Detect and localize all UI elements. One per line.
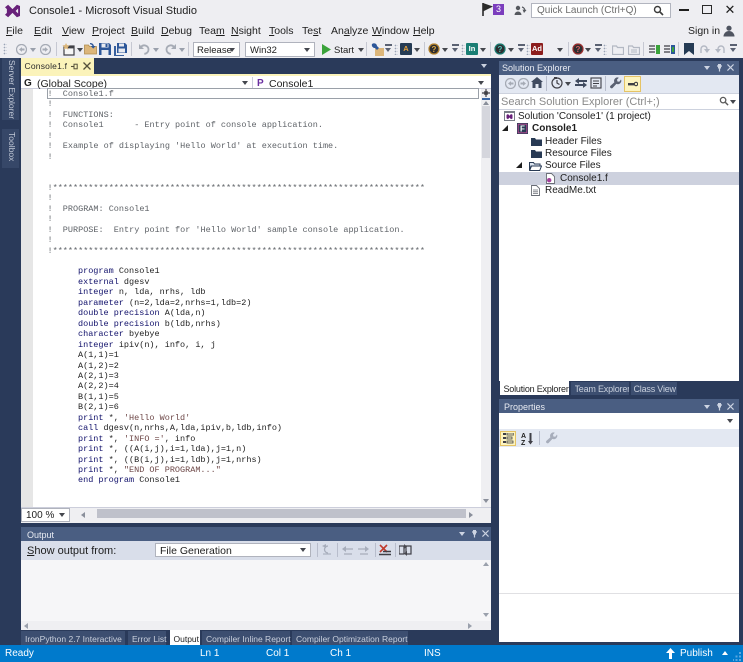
svg-text:?: ?: [576, 45, 581, 54]
svg-text:?: ?: [498, 45, 503, 54]
svg-text:Z: Z: [521, 440, 526, 445]
svg-text:?: ?: [432, 45, 437, 54]
svg-text:A: A: [521, 433, 526, 440]
svg-text:F: F: [520, 125, 525, 134]
